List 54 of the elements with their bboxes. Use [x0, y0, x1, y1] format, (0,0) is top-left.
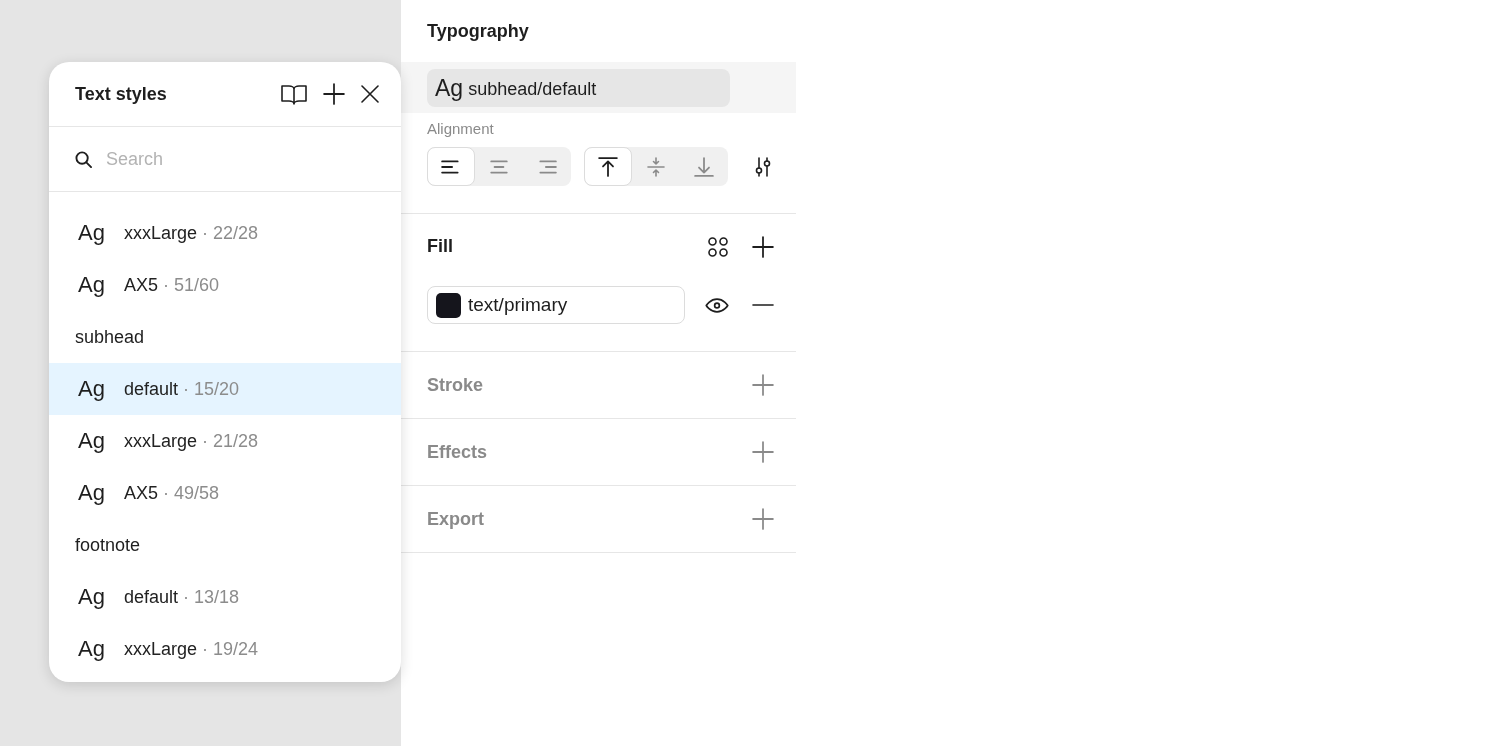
- align-bottom-icon: [694, 156, 714, 177]
- style-preview-text: Ag: [78, 220, 105, 246]
- style-metrics: · 13/18: [182, 586, 239, 608]
- style-metrics: · 19/24: [201, 638, 258, 660]
- style-preview-text: Ag: [78, 636, 105, 662]
- alignment-label: Alignment: [427, 120, 494, 138]
- align-top-button[interactable]: [584, 147, 632, 186]
- section-title: Typography: [427, 20, 529, 42]
- text-style-item[interactable]: Ag AX5 · 51/60: [49, 259, 401, 311]
- dots-grid-icon[interactable]: [708, 236, 728, 257]
- fill-field[interactable]: text/primary: [427, 286, 685, 324]
- minus-icon[interactable]: [752, 303, 774, 307]
- text-style-item[interactable]: Ag AX5 · 49/58: [49, 467, 401, 519]
- eye-icon[interactable]: [705, 297, 729, 313]
- close-icon[interactable]: [361, 85, 379, 103]
- section-title: Fill: [427, 236, 453, 257]
- style-preview-text: Ag: [78, 480, 105, 506]
- style-name: xxxLarge: [123, 638, 197, 660]
- style-name: xxxLarge: [123, 430, 197, 452]
- text-style-item[interactable]: Ag default · 15/20: [49, 363, 401, 415]
- style-preview-text: Ag: [78, 376, 105, 402]
- style-preview-text: Ag: [78, 428, 105, 454]
- popup-title: Text styles: [75, 83, 167, 105]
- style-metrics: · 49/58: [162, 482, 219, 504]
- text-style-item[interactable]: Ag xxxLarge · 21/28: [49, 415, 401, 467]
- search-icon: [75, 150, 92, 168]
- style-name: AX5: [123, 482, 158, 504]
- style-metrics: · 15/20: [182, 378, 239, 400]
- text-style-field[interactable]: Ag subhead/default: [427, 69, 730, 107]
- align-left-button[interactable]: [427, 147, 475, 186]
- book-icon[interactable]: [281, 83, 307, 105]
- section-title: Export: [427, 508, 484, 530]
- style-metrics: · 21/28: [201, 430, 258, 452]
- group-label: footnote: [75, 534, 141, 556]
- style-name: default: [123, 378, 178, 400]
- plus-icon[interactable]: [323, 83, 345, 105]
- text-style-item[interactable]: Ag default · 13/18: [49, 571, 401, 623]
- style-preview-text: Ag: [78, 272, 105, 298]
- style-metrics: · 22/28: [201, 222, 258, 244]
- style-name: AX5: [123, 274, 158, 296]
- style-name: xxxLarge: [123, 222, 197, 244]
- plus-icon[interactable]: [752, 235, 774, 258]
- align-top-icon: [598, 156, 618, 177]
- style-preview-text: Ag: [78, 584, 105, 610]
- text-style-item[interactable]: Ag xxxLarge · 19/24: [49, 623, 401, 675]
- align-middle-icon: [646, 156, 666, 177]
- text-style-item[interactable]: Ag xxxLarge · 22/28: [49, 207, 401, 259]
- section-title: Effects: [427, 441, 488, 463]
- color-swatch-icon[interactable]: [436, 292, 461, 318]
- style-metrics: · 51/60: [162, 274, 219, 296]
- style-name: default: [123, 586, 178, 608]
- search-field[interactable]: Search: [106, 144, 381, 174]
- section-title: Stroke: [427, 374, 484, 396]
- group-label: subhead: [75, 326, 145, 348]
